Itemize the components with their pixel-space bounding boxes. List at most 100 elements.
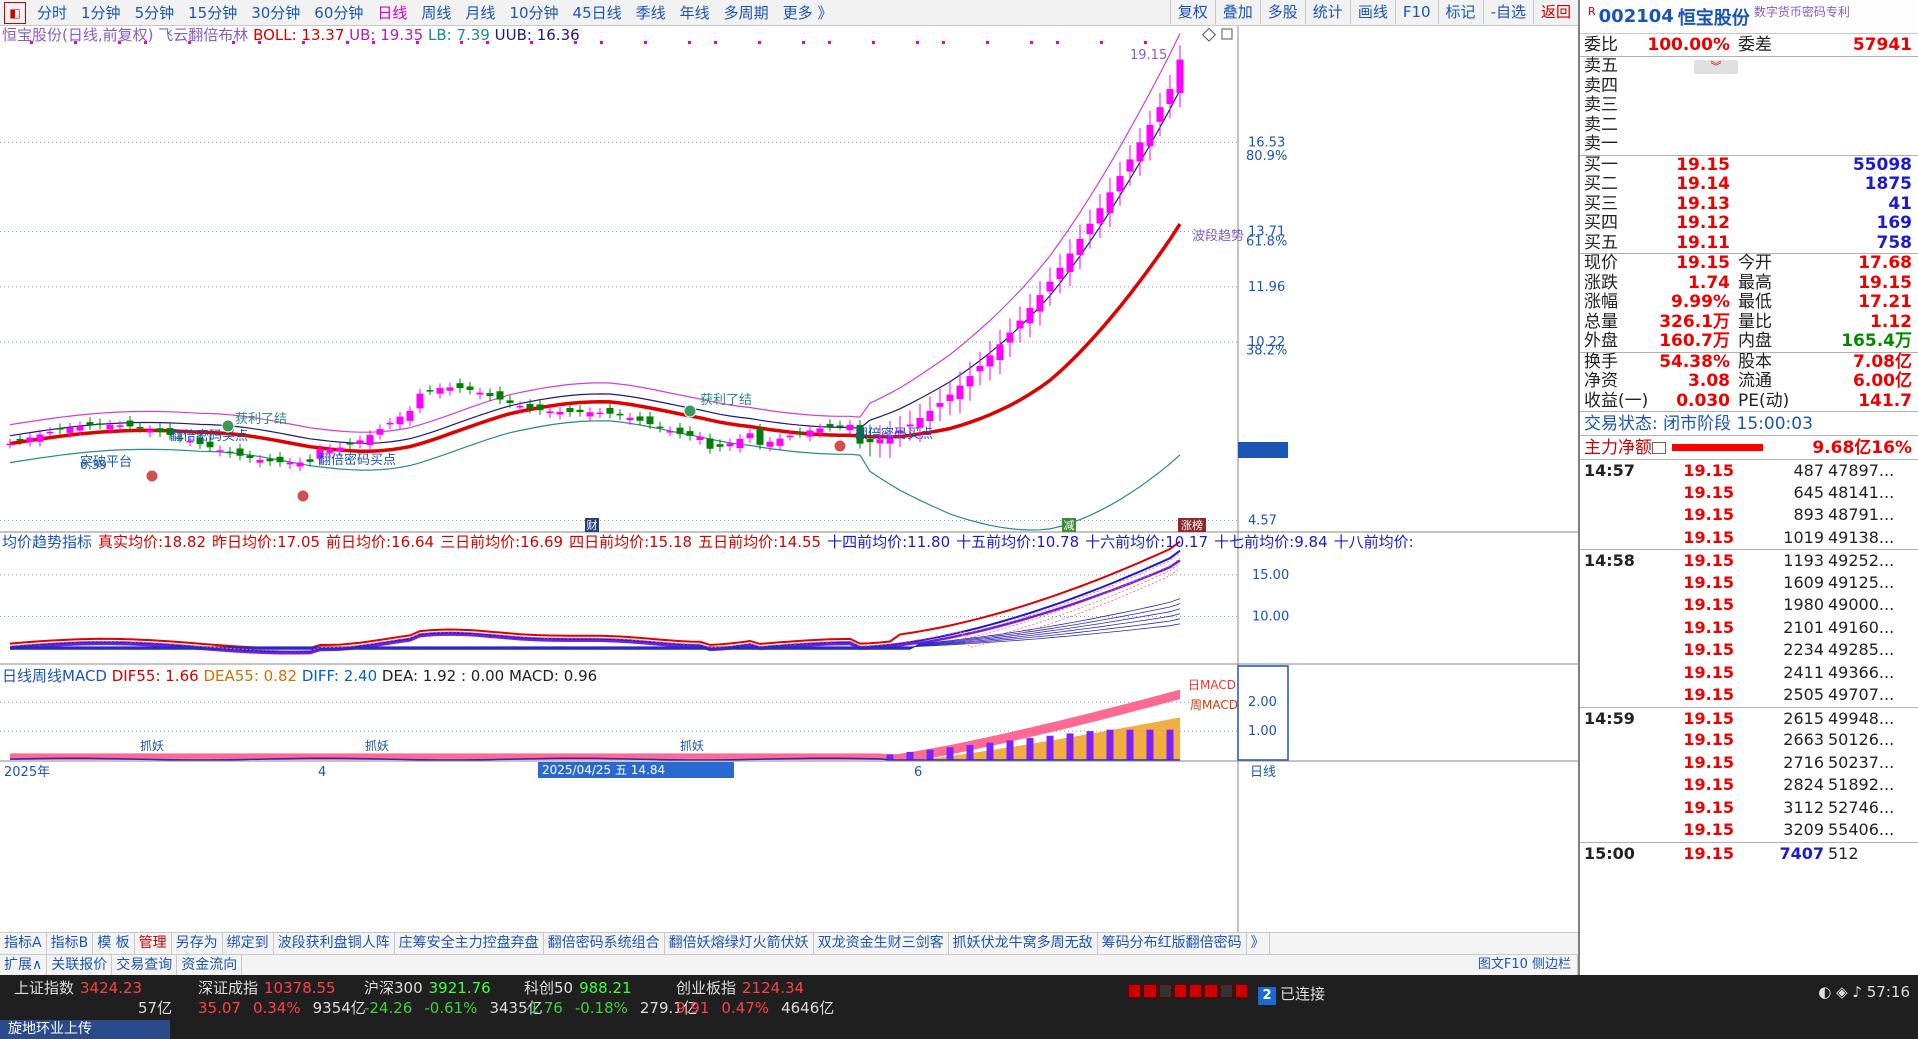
candle-body [1026,308,1034,324]
promo-banner[interactable]: 旋地环业上传 [0,1020,170,1039]
period-tab-1[interactable]: 1分钟 [74,1,128,25]
stats-label: 外盘 [1584,331,1618,351]
indicator-tab-0[interactable]: 指标A [0,933,47,954]
indicator-tab-10[interactable]: 双龙资金生财三剑客 [814,933,949,954]
stats2-label: 净资 [1584,371,1618,391]
stats2-value2: 7.08亿 [1853,351,1912,372]
sell-row-2[interactable]: 卖三 [1580,95,1918,116]
sell-row-4[interactable]: 卖一 [1580,134,1918,155]
trade-cum: 47897... [1828,461,1895,480]
tool-1[interactable]: 叠加 [1214,0,1260,24]
period-tab-0[interactable]: 分时 [30,1,74,25]
indicator-tab-3[interactable]: 管理 [135,933,172,954]
sell-row-3[interactable]: 卖二 [1580,114,1918,136]
trade-price: 19.15 [1683,595,1734,614]
tool-0[interactable]: 复权 [1169,0,1215,24]
index-name: 上证指数 [14,979,75,997]
ext-tab-0[interactable]: 扩展∧ [0,955,48,975]
tool-5[interactable]: F10 [1394,0,1438,24]
index-value: 3921.76 [428,979,491,997]
indicator-tab-1[interactable]: 指标B [47,933,94,954]
indicator-tab-8[interactable]: 翻倍密码系统组合 [544,933,665,954]
signal-dot [986,41,989,44]
net-icon[interactable] [1652,441,1666,454]
trade-cum: 49000... [1828,595,1895,614]
candle-body [216,450,224,452]
ext-tab-1[interactable]: 关联报价 [47,955,113,975]
period-tab-7[interactable]: 周线 [414,1,458,25]
candle-body [586,412,594,417]
indicator-tab-2[interactable]: 模 板 [93,933,135,954]
stats-label2: 最低 [1738,292,1772,312]
chart-area[interactable]: 16.53 13.71 11.96 10.22 4.57 80.9% 61.8% 38.2% 获… [0,26,1578,932]
buy-row-4[interactable]: 买五 19.11 758 [1580,233,1918,254]
sell-row-0[interactable]: 卖五 ︾ [1580,56,1918,77]
index-pct: -0.18% [574,999,628,1017]
index-2[interactable]: 沪深300 3921.76 [364,977,491,998]
trade-cum: 49138... [1828,527,1895,547]
indicator-tab-13[interactable]: 》 [1247,933,1270,954]
ratio-label: 委比 [1584,35,1618,55]
kline-chart[interactable]: 16.5313.7111.9610.224.5780.9%61.8%38.2%获… [0,26,1578,932]
sell-row-1[interactable]: 卖四 [1580,76,1918,97]
indicator-name[interactable]: 飞云翻倍布林 [158,26,248,44]
indicator-tab-12[interactable]: 筹码分布红版翻倍密码 [1098,933,1247,954]
period-tab-3[interactable]: 15分钟 [181,1,244,25]
indicator-tab-7[interactable]: 庄筹安全主力控盘弃盘 [395,933,544,954]
candle-body [646,416,654,425]
tool-8[interactable]: 返回 [1532,0,1578,24]
f10-sidebar-link[interactable]: 图文F10 侧边栏 [1472,955,1578,975]
indicator-tab-9[interactable]: 翻倍妖熔绿灯火箭伏妖 [665,933,814,954]
indicator-tab-5[interactable]: 绑定到 [223,933,274,954]
indicator-tab-4[interactable]: 另存为 [172,933,223,954]
tool-7[interactable]: -自选 [1482,0,1533,24]
index-amount: 9354亿 [312,999,366,1017]
connection-status[interactable]: 2 已连接 [1258,983,1325,1005]
ext-tab-3[interactable]: 资金流向 [177,955,243,975]
stock-concept-badge[interactable]: 数字货币密码专利 [1754,3,1850,20]
macd-title[interactable]: 日线周线MACD [2,667,107,685]
buy-row-2[interactable]: 买三 19.13 41 [1580,194,1918,215]
index-4[interactable]: 创业板指 2124.34 [676,977,804,998]
ext-tab-2[interactable]: 交易查询 [112,955,178,975]
tool-3[interactable]: 统计 [1304,0,1350,24]
period-tab-8[interactable]: 月线 [458,1,502,25]
period-tab-10[interactable]: 45日线 [566,1,629,25]
buy-marker-icon [296,489,310,503]
avg-value-4: 15.18 [649,533,693,551]
tool-2[interactable]: 多股 [1259,0,1305,24]
tool-4[interactable]: 画线 [1349,0,1395,24]
menu-icon[interactable]: ◧ [4,1,26,24]
trade-list[interactable]: 14:57 19.15 487 47897... 19.15 645 48141... 19.… [1580,459,1918,864]
speaker-icon[interactable]: ◐ ◈ ♪ [1818,983,1867,1001]
stock-code[interactable]: 002104 [1599,6,1674,27]
avg-value-9: 9.84 [1294,533,1328,551]
buy-row-0[interactable]: 买一 19.15 55098 [1580,155,1918,176]
index-3[interactable]: 科创50 988.21 [524,977,632,998]
index-0[interactable]: 上证指数 3424.23 [14,977,142,998]
period-tab-11[interactable]: 季线 [629,1,673,25]
avg-value-3: 16.69 [520,533,564,551]
indicator-tab-11[interactable]: 抓妖伏龙牛窝多周无敌 [949,933,1098,954]
index-change: -24.26 [364,999,413,1017]
sell-label: 卖二 [1584,114,1618,135]
trade-volume: 2615 [1783,708,1824,728]
period-tab-14[interactable]: 更多 》 [776,1,840,25]
index-1[interactable]: 深证成指 10378.55 [198,977,336,998]
stock-name[interactable]: 恒宝股份 [1678,4,1750,30]
buy-row-1[interactable]: 买二 19.14 1875 [1580,174,1918,195]
period-tab-12[interactable]: 年线 [673,1,717,25]
period-tab-6[interactable]: 日线 [370,1,414,25]
period-tab-9[interactable]: 10分钟 [502,1,565,25]
buy-row-3[interactable]: 买四 19.12 169 [1580,213,1918,234]
period-tab-13[interactable]: 多周期 [717,1,776,25]
period-tab-5[interactable]: 60分钟 [307,1,370,25]
period-tab-2[interactable]: 5分钟 [128,1,182,25]
take-profit-marker-icon [683,404,697,418]
collapse-icon[interactable]: ︾ [1694,59,1738,74]
tool-6[interactable]: 标记 [1437,0,1483,24]
signal-dot [714,41,717,44]
period-tab-4[interactable]: 30分钟 [244,1,307,25]
indicator-tab-6[interactable]: 波段获利盘铜人阵 [274,933,395,954]
avg-title-label[interactable]: 均价趋势指标 [2,533,92,551]
